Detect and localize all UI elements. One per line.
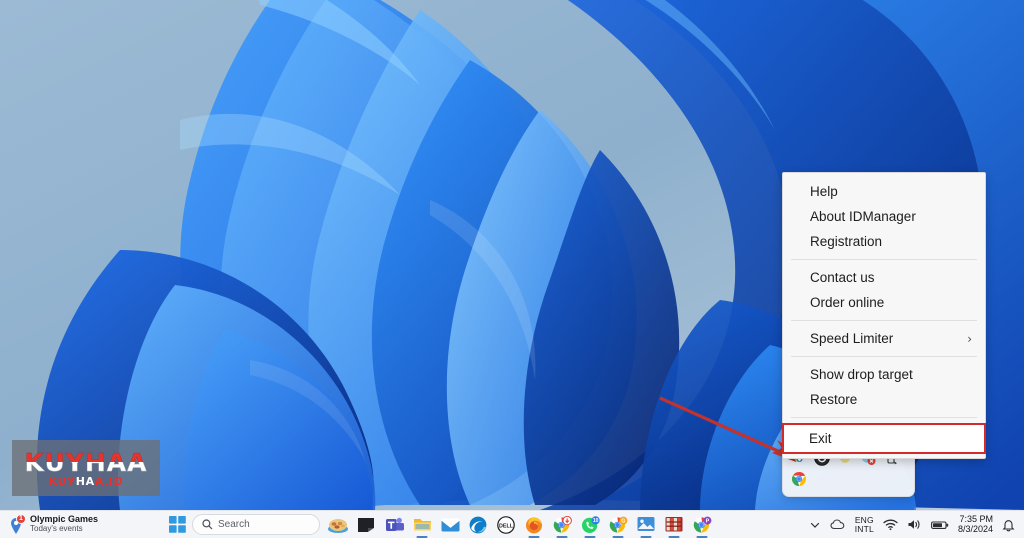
search-input[interactable]: Search bbox=[192, 514, 320, 535]
menu-item-speed-limiter[interactable]: Speed Limiter › bbox=[783, 326, 985, 351]
menu-separator bbox=[791, 417, 977, 418]
clock-date: 8/3/2024 bbox=[957, 523, 993, 534]
taskbar-item-winrar[interactable] bbox=[661, 512, 687, 538]
menu-item-label: Speed Limiter bbox=[810, 331, 894, 346]
notification-bell-icon[interactable] bbox=[1000, 514, 1017, 536]
taskbar-item-firefox[interactable] bbox=[521, 512, 547, 538]
taskbar-item-file-explorer[interactable] bbox=[409, 512, 435, 538]
menu-item-label: Show drop target bbox=[810, 367, 913, 382]
search-placeholder: Search bbox=[218, 519, 250, 530]
location-pin-icon: 1 bbox=[7, 513, 26, 535]
taskbar-center: Search DELL 10 G P bbox=[160, 512, 807, 538]
menu-separator bbox=[791, 320, 977, 321]
tray-overflow-chevron[interactable] bbox=[807, 514, 823, 536]
idmanager-tray-context-menu[interactable]: Help About IDManager Registration Contact u… bbox=[782, 172, 986, 459]
wifi-icon[interactable] bbox=[881, 514, 900, 536]
language-line-2: INTL bbox=[854, 523, 874, 534]
language-indicator[interactable]: ENG INTL bbox=[853, 514, 876, 536]
widget-text: Olympic Games Today's events bbox=[30, 515, 98, 533]
svg-text:10: 10 bbox=[592, 518, 598, 524]
menu-item-label: Help bbox=[810, 184, 838, 199]
chrome-tray-icon[interactable] bbox=[790, 470, 807, 487]
menu-separator bbox=[791, 259, 977, 260]
menu-item-help[interactable]: Help bbox=[783, 179, 985, 204]
svg-text:P: P bbox=[705, 518, 709, 524]
watermark-main-text: KUYHAA bbox=[24, 447, 148, 477]
taskbar-item-mail[interactable] bbox=[437, 512, 463, 538]
menu-item-label: Restore bbox=[810, 392, 858, 407]
onedrive-icon[interactable] bbox=[828, 514, 848, 536]
taskbar-item-chrome-purple[interactable]: P bbox=[689, 512, 715, 538]
system-tray: ENG INTL 7:35 PM 8/3/2024 bbox=[807, 511, 1024, 538]
taskbar-item-chrome-idm[interactable] bbox=[549, 512, 575, 538]
taskbar-item-chrome-g[interactable]: G bbox=[605, 512, 631, 538]
clock[interactable]: 7:35 PM 8/3/2024 bbox=[956, 514, 995, 535]
svg-text:DELL: DELL bbox=[499, 523, 514, 529]
watermark-sub-text: KUYHAA.ID bbox=[48, 474, 124, 488]
svg-text:G: G bbox=[621, 518, 625, 524]
taskbar-item-teams[interactable] bbox=[381, 512, 407, 538]
start-button[interactable] bbox=[164, 512, 190, 538]
taskbar-item-file-explorer-dark[interactable] bbox=[353, 512, 379, 538]
menu-item-order-online[interactable]: Order online bbox=[783, 290, 985, 315]
taskbar-item-dell[interactable]: DELL bbox=[493, 512, 519, 538]
taskbar-item-photos[interactable] bbox=[633, 512, 659, 538]
search-icon bbox=[202, 519, 213, 530]
menu-item-label: Registration bbox=[810, 234, 883, 249]
taskbar: 1 Olympic Games Today's events Search DE… bbox=[0, 510, 1024, 538]
chevron-right-icon: › bbox=[967, 331, 972, 346]
widget-subtitle: Today's events bbox=[30, 524, 83, 534]
kuyhaa-watermark: KUYHAA KUYHAA.ID bbox=[12, 440, 160, 496]
volume-icon[interactable] bbox=[905, 514, 924, 536]
menu-item-restore[interactable]: Restore bbox=[783, 387, 985, 412]
menu-item-exit[interactable]: Exit bbox=[782, 423, 986, 454]
taskbar-item-whatsapp[interactable]: 10 bbox=[577, 512, 603, 538]
menu-item-contact-us[interactable]: Contact us bbox=[783, 265, 985, 290]
widget-badge: 1 bbox=[16, 513, 26, 524]
menu-item-about-idmanager[interactable]: About IDManager bbox=[783, 204, 985, 229]
menu-separator bbox=[791, 356, 977, 357]
taskbar-item-food-app[interactable] bbox=[325, 512, 351, 538]
menu-item-label: Exit bbox=[809, 431, 832, 446]
widgets-button[interactable]: 1 Olympic Games Today's events bbox=[0, 511, 160, 538]
menu-item-label: About IDManager bbox=[810, 209, 916, 224]
desktop-screen: KUYHAA KUYHAA.ID Help About IDManager Regi… bbox=[0, 0, 1024, 538]
menu-item-show-drop-target[interactable]: Show drop target bbox=[783, 362, 985, 387]
menu-item-label: Order online bbox=[810, 295, 885, 310]
menu-item-registration[interactable]: Registration bbox=[783, 229, 985, 254]
battery-icon[interactable] bbox=[929, 514, 951, 536]
taskbar-item-edge[interactable] bbox=[465, 512, 491, 538]
menu-item-label: Contact us bbox=[810, 270, 875, 285]
